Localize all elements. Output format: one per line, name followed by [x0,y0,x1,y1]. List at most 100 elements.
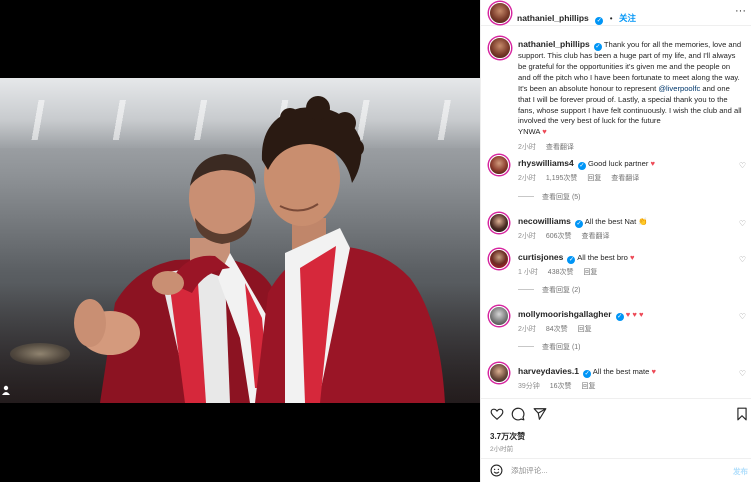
commenter-avatar[interactable] [489,306,509,326]
replies-divider-line [518,346,534,347]
post-comment-button[interactable]: 发布 [733,466,748,477]
comment-username[interactable]: mollymoorishgallagher [518,309,612,319]
comment-like-count[interactable]: 84次赞 [546,326,568,333]
caption-meta: 2小时 查看翻译 [518,143,744,154]
comment-text: All the best mate [592,367,650,376]
comment-body: necowilliams ✓ All the best Nat 👏 2小时 60… [518,216,728,242]
follow-button[interactable]: 关注 [619,13,636,23]
add-comment-bar: 发布 [481,458,751,482]
comment-body: rhyswilliams4 ✓ Good luck partner ♥ 2小时 … [518,158,728,184]
comment-like-heart-icon[interactable]: ♡ [739,219,746,228]
comment-reply-button[interactable]: 回复 [583,269,597,276]
caption-signoff: YNWA [518,127,541,137]
verified-badge-icon: ✓ [593,43,602,51]
emoji-icon[interactable] [490,464,503,477]
comment-username[interactable]: harveydavies.1 [518,366,579,376]
clapping-hand-2 [74,299,106,347]
verified-badge-icon: ✓ [567,256,576,264]
view-replies-label: 查看回复 (2) [542,287,581,294]
like-count[interactable]: 3.7万次赞 [490,431,525,442]
comment-translate-link[interactable]: 查看翻译 [582,233,610,240]
post-header: nathaniel_phillips ✓ • 关注 ··· [481,0,751,26]
comment-like-heart-icon[interactable]: ♡ [739,161,746,170]
commenter-avatar[interactable] [489,155,509,175]
comment-body: mollymoorishgallagher ✓ ♥ ♥ ♥ 2小时 84次赞 回… [518,309,728,335]
user-tag-icon[interactable] [2,385,10,395]
post-media-panel [0,0,480,482]
comment-time: 1 小时 [518,269,538,276]
commenter-avatar[interactable] [489,249,509,269]
comment-body: curtisjones ✓ All the best bro ♥ 1 小时 43… [518,252,728,278]
comments-scroll-area[interactable]: nathaniel_phillips ✓ Thank you for all t… [481,27,751,395]
post-caption: nathaniel_phillips ✓ Thank you for all t… [518,39,744,154]
verified-badge-icon: ✓ [595,17,604,25]
verified-badge-icon: ✓ [615,313,624,321]
view-replies-button[interactable]: 查看回复 (1) [518,342,581,352]
comment-like-count[interactable]: 1,195次赞 [546,175,578,182]
comment-text: All the best Nat [584,217,637,226]
comment-icon[interactable] [511,407,525,421]
heart-outline-icon[interactable] [490,407,504,421]
view-replies-button[interactable]: 查看回复 (5) [518,192,581,202]
red-heart-emoji: ♥ [542,127,547,137]
comment-text: Good luck partner [588,159,649,168]
replies-divider-line [518,289,534,290]
right-player-jersey [255,246,445,403]
caption-author-avatar[interactable] [489,37,511,59]
caption-time: 2小时 [518,144,536,152]
comment-input[interactable] [511,463,711,478]
comment-reply-button[interactable]: 回复 [587,175,601,182]
heart-emoji: ♥ [651,367,656,376]
commenter-avatar[interactable] [489,363,509,383]
comment-username[interactable]: necowilliams [518,216,571,226]
comment-username[interactable]: rhyswilliams4 [518,158,574,168]
separator-dot: • [609,14,613,23]
comment-translate-link[interactable]: 查看翻译 [611,175,639,182]
heart-emojis: ♥ ♥ ♥ [625,310,644,319]
comment-meta: 1 小时 438次赞 回复 [518,268,728,278]
comment-like-heart-icon[interactable]: ♡ [739,369,746,378]
view-replies-label: 查看回复 (1) [542,344,581,351]
comment-time: 39分钟 [518,383,540,390]
comment-time: 2小时 [518,326,536,333]
comment-like-count[interactable]: 606次赞 [546,233,572,240]
author-username[interactable]: nathaniel_phillips [517,13,589,23]
comment-body: harveydavies.1 ✓ All the best mate ♥ 39分… [518,366,728,392]
verified-badge-icon: ✓ [583,370,592,378]
replies-divider-line [518,196,534,197]
comment-time: 2小时 [518,175,536,182]
heart-emoji: ♥ [629,253,635,262]
verified-badge-icon: ✓ [577,162,586,170]
view-replies-label: 查看回复 (5) [542,194,581,201]
bookmark-icon[interactable] [735,407,749,421]
heart-emoji: ♥ [650,159,656,168]
comment-meta: 2小时 606次赞 查看翻译 [518,232,728,242]
comment-username[interactable]: curtisjones [518,252,563,262]
comment-like-heart-icon[interactable]: ♡ [739,255,746,264]
post-photo[interactable] [0,78,480,403]
view-replies-button[interactable]: 查看回复 (2) [518,285,581,295]
players-illustration [74,96,445,403]
comment-time: 2小时 [518,233,536,240]
share-icon[interactable] [533,407,547,421]
comment-meta: 2小时 84次赞 回复 [518,325,728,335]
comment-like-count[interactable]: 438次赞 [548,269,574,276]
comment-reply-button[interactable]: 回复 [582,383,596,390]
commenter-avatar[interactable] [489,213,509,233]
caption-translate-link[interactable]: 查看翻译 [546,144,574,151]
clap-emoji: 👏 [638,217,648,226]
comment-reply-button[interactable]: 回复 [578,326,592,333]
post-side-panel: nathaniel_phillips ✓ • 关注 ··· nathaniel_… [480,0,751,482]
comment-like-heart-icon[interactable]: ♡ [739,312,746,321]
comment-meta: 2小时 1,195次赞 回复 查看翻译 [518,174,728,184]
posted-time: 2小时前 [490,446,514,453]
caption-mention-link[interactable]: @liverpoolfc [658,84,700,93]
comment-like-count[interactable]: 16次赞 [550,383,572,390]
verified-badge-icon: ✓ [575,220,584,228]
caption-username[interactable]: nathaniel_phillips [518,39,590,49]
author-avatar[interactable] [489,2,511,24]
author-line: nathaniel_phillips ✓ • 关注 [517,8,636,26]
more-options-icon[interactable]: ··· [735,6,746,17]
comment-text: All the best bro [577,253,628,262]
hand-on-shoulder [152,271,184,295]
